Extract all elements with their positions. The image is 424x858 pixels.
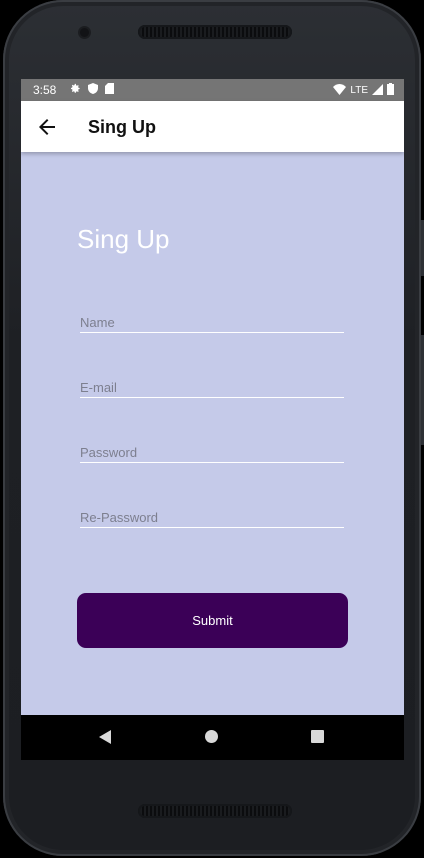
back-arrow-icon[interactable] bbox=[35, 115, 59, 139]
gear-icon bbox=[70, 83, 81, 97]
name-field bbox=[80, 305, 344, 335]
home-icon[interactable] bbox=[205, 730, 218, 743]
battery-icon bbox=[387, 83, 394, 98]
front-camera bbox=[80, 28, 89, 37]
status-icons-right: LTE bbox=[333, 83, 394, 98]
app-bar: Sing Up bbox=[21, 101, 404, 152]
status-icons-left bbox=[70, 83, 114, 97]
back-icon[interactable] bbox=[99, 730, 111, 744]
repassword-field bbox=[80, 500, 344, 530]
network-type: LTE bbox=[350, 85, 368, 96]
password-input[interactable] bbox=[80, 435, 344, 463]
email-input[interactable] bbox=[80, 370, 344, 398]
screen: 3:58 LTE Sing Up Sing Up Name E-mail Sub… bbox=[21, 79, 404, 760]
email-field bbox=[80, 370, 344, 400]
status-bar: 3:58 LTE bbox=[21, 79, 404, 101]
signal-icon bbox=[372, 83, 383, 98]
password-field bbox=[80, 435, 344, 465]
top-speaker bbox=[138, 25, 292, 39]
submit-button[interactable]: Submit bbox=[77, 593, 348, 648]
nav-bar bbox=[21, 715, 404, 760]
shield-icon bbox=[88, 83, 98, 97]
status-time: 3:58 bbox=[33, 83, 57, 97]
app-bar-title: Sing Up bbox=[88, 117, 156, 137]
sd-card-icon bbox=[105, 83, 114, 97]
repassword-input[interactable] bbox=[80, 500, 344, 528]
page-title: Sing Up bbox=[77, 224, 170, 254]
wifi-icon bbox=[333, 83, 347, 98]
bottom-speaker bbox=[138, 804, 292, 818]
recents-icon[interactable] bbox=[311, 730, 324, 743]
name-input[interactable] bbox=[80, 305, 344, 333]
